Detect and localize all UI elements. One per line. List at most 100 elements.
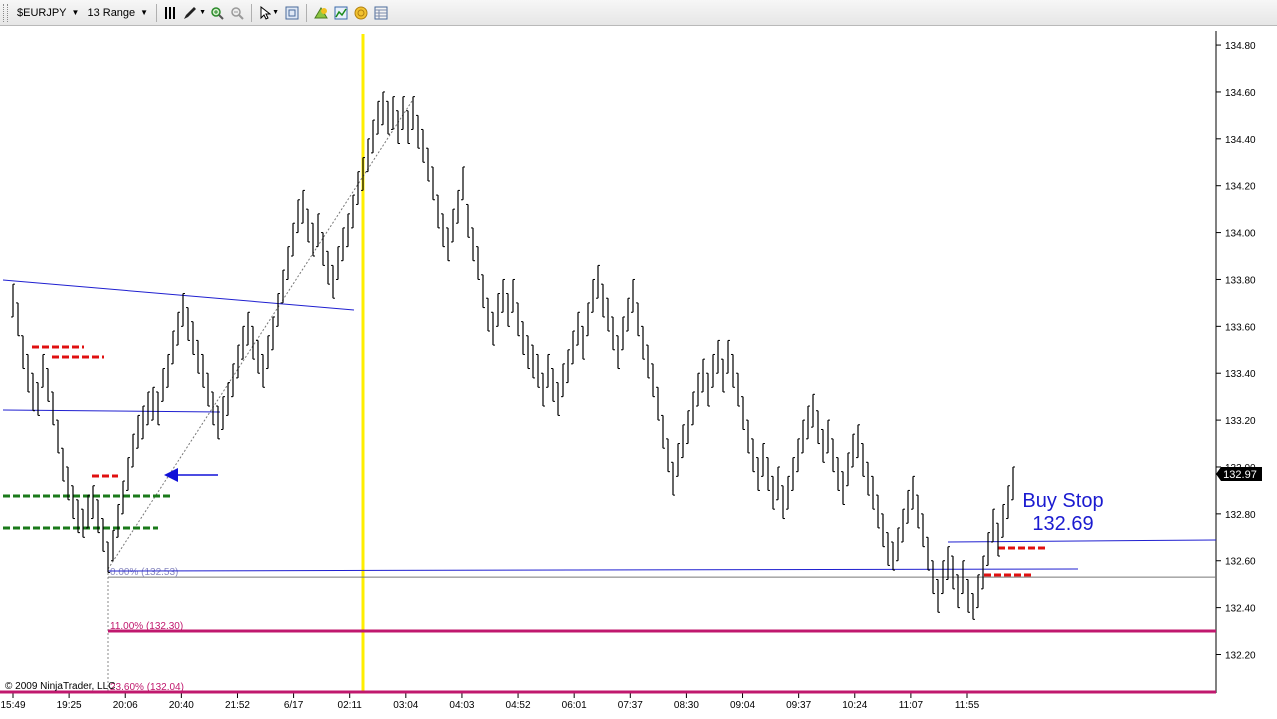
last-price-label: 132.97 bbox=[1223, 469, 1257, 481]
buy-stop-label[interactable]: Buy Stop bbox=[1022, 490, 1103, 512]
ohlc-bar bbox=[616, 335, 620, 370]
strategies-button[interactable] bbox=[311, 3, 331, 23]
ohlc-bar bbox=[696, 372, 700, 407]
fibonacci-retracement[interactable]: 0.00% (132.53) 11.00% (132.30) 23.60% (1… bbox=[0, 100, 1216, 694]
ohlc-bar bbox=[431, 166, 435, 201]
ohlc-bar bbox=[26, 353, 30, 393]
price-tick-label: 134.60 bbox=[1225, 88, 1256, 99]
time-tick-label: 03:04 bbox=[393, 700, 418, 711]
ohlc-bar bbox=[211, 391, 215, 426]
ohlc-bar bbox=[871, 475, 875, 510]
ohlc-bar bbox=[56, 419, 60, 454]
resistance-trend-line[interactable] bbox=[2, 279, 355, 311]
ohlc-bar bbox=[621, 316, 625, 351]
ohlc-bar bbox=[501, 278, 505, 313]
ohlc-bar bbox=[471, 227, 475, 262]
ohlc-bar bbox=[1006, 485, 1010, 520]
ohlc-bar bbox=[701, 358, 705, 393]
ohlc-bar bbox=[746, 419, 750, 454]
indicators-icon bbox=[334, 6, 348, 19]
instrument-selector[interactable]: $EURJPY ▼ bbox=[13, 3, 83, 23]
ohlc-bar bbox=[406, 110, 410, 145]
ohlc-bar bbox=[956, 574, 960, 609]
ohlc-bar bbox=[586, 302, 590, 337]
support-trend-line[interactable] bbox=[2, 409, 221, 413]
ohlc-bar bbox=[601, 283, 605, 318]
ohlc-bar bbox=[831, 438, 835, 473]
indicators-button[interactable] bbox=[331, 3, 351, 23]
ohlc-bar bbox=[861, 443, 865, 477]
chart-properties-icon bbox=[285, 6, 299, 19]
order-markers[interactable] bbox=[3, 345, 1048, 577]
ohlc-bar bbox=[786, 475, 790, 510]
buy-stop-price[interactable]: 132.69 bbox=[1032, 513, 1093, 535]
time-tick-label: 09:37 bbox=[786, 700, 811, 711]
ohlc-bar bbox=[966, 578, 970, 613]
ohlc-bar bbox=[951, 555, 955, 590]
ohlc-bar bbox=[256, 339, 260, 374]
ohlc-bar bbox=[711, 353, 715, 388]
time-tick-label: 09:04 bbox=[730, 700, 755, 711]
ohlc-bar bbox=[221, 396, 225, 430]
data-box-button[interactable] bbox=[371, 3, 391, 23]
ohlc-bar bbox=[561, 363, 565, 398]
ohlc-bar bbox=[421, 128, 425, 163]
ohlc-bar bbox=[331, 264, 335, 299]
ohlc-bar bbox=[81, 508, 85, 538]
ohlc-bar bbox=[261, 353, 265, 388]
drawing-pencil-icon bbox=[184, 6, 197, 19]
ohlc-bar bbox=[376, 100, 380, 135]
price-bars bbox=[11, 91, 1015, 620]
ohlc-bar bbox=[186, 307, 190, 341]
ohlc-bar bbox=[46, 368, 50, 402]
ohlc-bar bbox=[386, 100, 390, 135]
ohlc-bar bbox=[881, 513, 885, 548]
ohlc-bar bbox=[11, 283, 15, 318]
ohlc-bar bbox=[876, 494, 880, 529]
ohlc-bar bbox=[311, 222, 315, 257]
ohlc-bar bbox=[796, 438, 800, 473]
bar-style-button[interactable] bbox=[161, 3, 181, 23]
chart-toolbar: $EURJPY ▼ 13 Range ▼ ▼ ▼ bbox=[0, 0, 1277, 26]
ohlc-bar bbox=[291, 222, 295, 257]
ohlc-bar bbox=[776, 466, 780, 501]
toolbar-grip[interactable] bbox=[3, 3, 8, 22]
bar-style-icon bbox=[165, 6, 176, 19]
ohlc-bar bbox=[596, 264, 600, 299]
ohlc-bar bbox=[271, 316, 275, 351]
price-tick-label: 134.20 bbox=[1225, 182, 1256, 193]
ohlc-bar bbox=[281, 269, 285, 304]
ohlc-bar bbox=[631, 278, 635, 313]
price-tick-label: 132.40 bbox=[1225, 604, 1256, 615]
ohlc-bar bbox=[901, 508, 905, 543]
pointer-tool-button[interactable]: ▼ bbox=[256, 3, 282, 23]
price-tick-label: 132.80 bbox=[1225, 510, 1256, 521]
ohlc-bar bbox=[496, 293, 500, 327]
ohlc-bar bbox=[236, 344, 240, 379]
ohlc-bar bbox=[381, 91, 385, 126]
chevron-down-icon: ▼ bbox=[272, 9, 280, 16]
ohlc-bar bbox=[736, 372, 740, 407]
period-selector[interactable]: 13 Range ▼ bbox=[83, 3, 152, 23]
ohlc-bar bbox=[921, 513, 925, 548]
price-chart[interactable]: 134.80 134.60 134.40 134.20 134.00 133.80 133.… bbox=[0, 26, 1277, 719]
time-tick-label: 04:03 bbox=[449, 700, 474, 711]
ohlc-bar bbox=[536, 353, 540, 388]
gold-coin-icon bbox=[354, 6, 368, 19]
drawing-tools-button[interactable]: ▼ bbox=[181, 3, 207, 23]
ohlc-bar bbox=[126, 457, 130, 491]
ohlc-bar bbox=[816, 410, 820, 445]
zoom-out-button[interactable] bbox=[227, 3, 247, 23]
market-analyzer-button[interactable] bbox=[351, 3, 371, 23]
zoom-in-button[interactable] bbox=[207, 3, 227, 23]
ohlc-bar bbox=[156, 391, 160, 426]
ohlc-bar bbox=[681, 424, 685, 459]
copyright-notice: © 2009 NinjaTrader, LLC bbox=[5, 681, 115, 692]
ohlc-bar bbox=[151, 386, 155, 421]
ohlc-bar bbox=[996, 522, 1000, 557]
chart-properties-button[interactable] bbox=[282, 3, 302, 23]
ohlc-bar bbox=[916, 494, 920, 529]
ohlc-bar bbox=[566, 349, 570, 384]
ohlc-bar bbox=[481, 274, 485, 309]
ohlc-bar bbox=[306, 208, 310, 243]
